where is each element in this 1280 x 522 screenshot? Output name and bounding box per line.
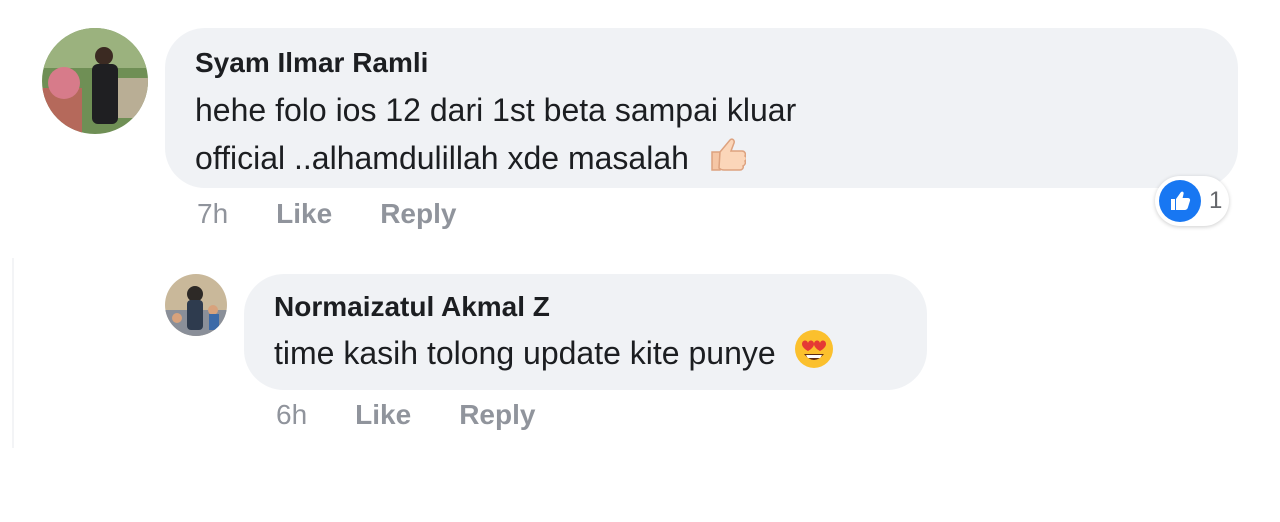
reply-button[interactable]: Reply <box>380 198 456 230</box>
reaction-count: 1 <box>1209 187 1223 214</box>
comment-time[interactable]: 6h <box>276 399 307 431</box>
comment-meta: 7h Like Reply <box>197 194 456 234</box>
comment-bubble: Normaizatul Akmal Z time kasih tolong up… <box>244 274 927 390</box>
comment-author[interactable]: Normaizatul Akmal Z <box>274 290 897 324</box>
comment-text-line: official ..alhamdulillah xde masalah <box>195 134 1208 185</box>
reply-button[interactable]: Reply <box>459 399 535 431</box>
comment-text: hehe folo ios 12 dari 1st beta sampai kl… <box>195 86 1208 185</box>
heart-eyes-emoji-icon <box>793 328 835 383</box>
reaction-count-badge[interactable]: 1 <box>1155 176 1229 226</box>
comment-text: time kasih tolong update kite punye <box>274 328 897 383</box>
comment-bubble: Syam Ilmar Ramli hehe folo ios 12 dari 1… <box>165 28 1238 188</box>
reply-thread-line <box>12 258 14 448</box>
comment-text-line-2: official ..alhamdulillah xde masalah <box>195 140 689 176</box>
like-reaction-icon <box>1159 180 1201 222</box>
comment-meta: 6h Like Reply <box>276 395 535 435</box>
avatar[interactable] <box>42 28 148 134</box>
comment-author[interactable]: Syam Ilmar Ramli <box>195 46 1208 80</box>
comment-text-line: hehe folo ios 12 dari 1st beta sampai kl… <box>195 92 797 128</box>
comment-text-line: time kasih tolong update kite punye <box>274 334 776 371</box>
avatar[interactable] <box>165 274 227 336</box>
like-button[interactable]: Like <box>276 198 332 230</box>
like-button[interactable]: Like <box>355 399 411 431</box>
comment-time[interactable]: 7h <box>197 198 228 230</box>
thumbs-up-icon <box>708 136 748 185</box>
